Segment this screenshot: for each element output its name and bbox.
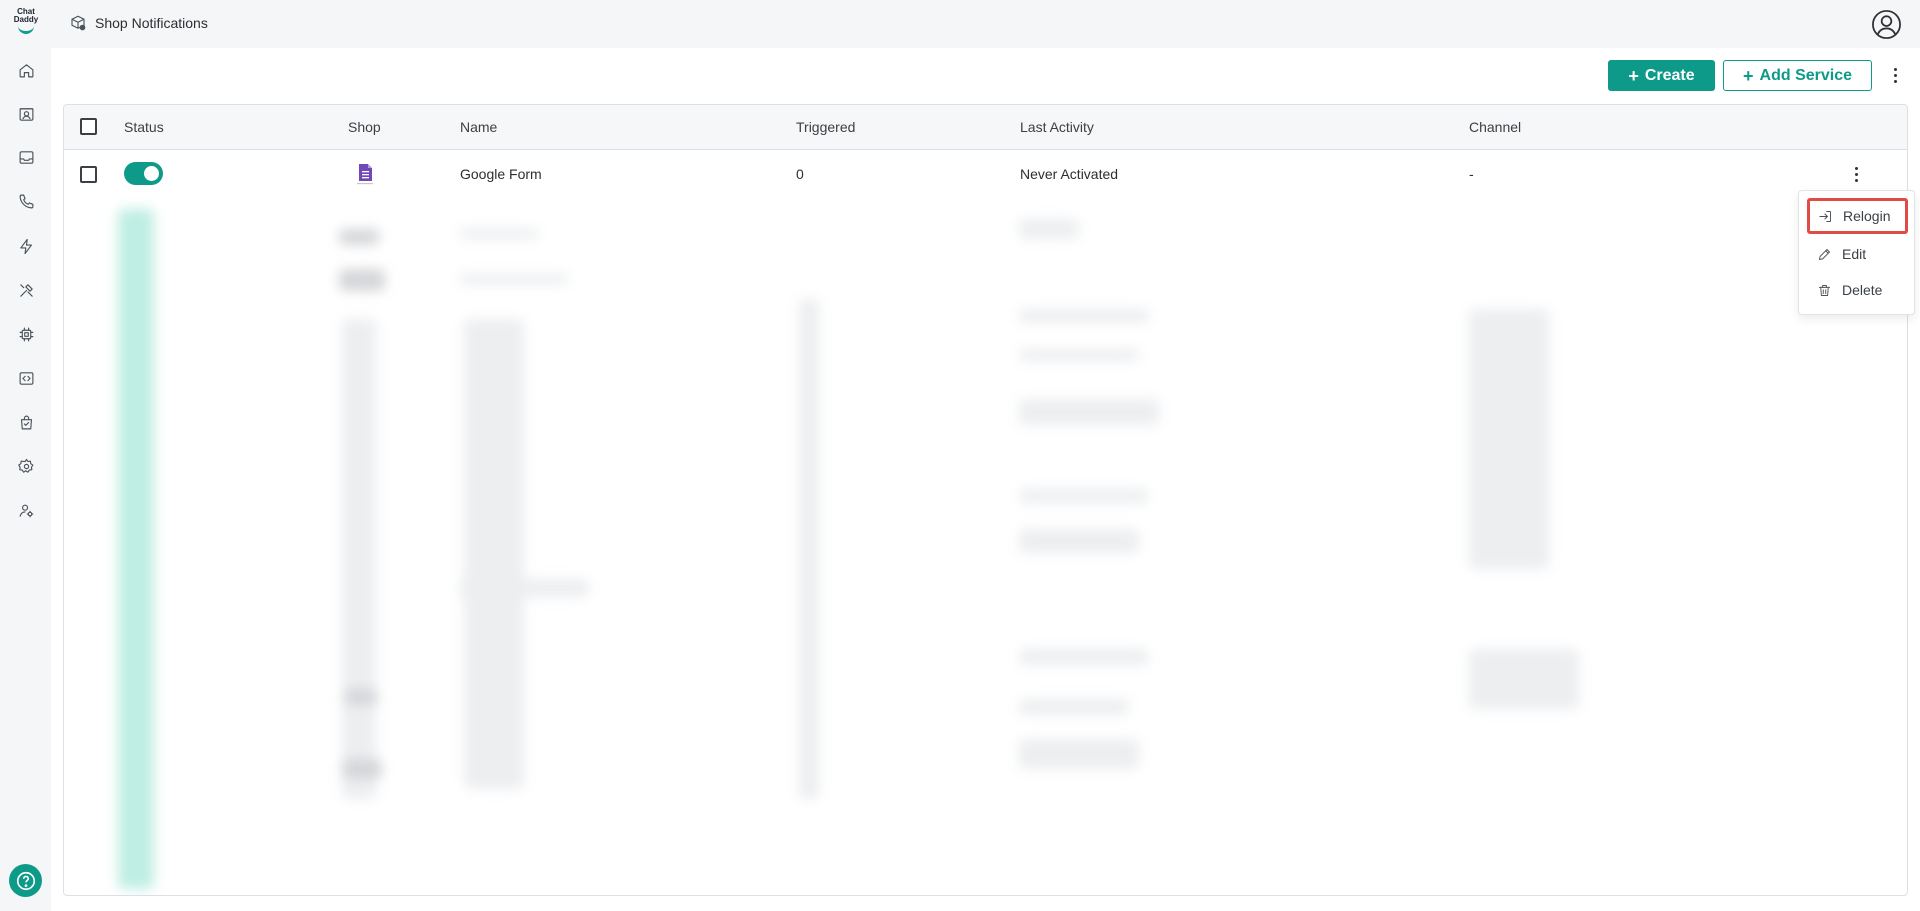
column-header-channel[interactable]: Channel [1469,119,1521,135]
blurred-rows [64,199,1907,895]
column-header-shop[interactable]: Shop [348,119,381,135]
cell-triggered: 0 [796,166,804,182]
select-all-checkbox[interactable] [80,118,97,135]
menu-item-label: Delete [1842,282,1883,298]
status-toggle[interactable] [124,162,163,185]
sidebar-item-calls[interactable] [13,188,39,214]
cell-name: Google Form [460,166,542,182]
column-header-triggered[interactable]: Triggered [796,119,855,135]
code-icon [19,371,33,385]
sidebar-item-automation[interactable] [13,233,39,259]
create-label: Create [1644,66,1695,84]
menu-item-delete[interactable]: Delete [1809,275,1905,305]
plus-icon: + [1743,65,1754,86]
tools-icon [19,283,33,297]
phone-icon [19,194,33,208]
menu-item-label: Relogin [1843,208,1891,224]
help-button[interactable] [9,864,42,897]
sidebar-item-tools[interactable] [13,277,39,303]
plus-icon: + [1628,65,1639,86]
cell-last-activity: Never Activated [1020,166,1119,182]
shop-notification-icon [71,15,86,31]
chatdaddy-logo[interactable]: Chat Daddy [11,8,41,38]
chip-icon [19,327,33,341]
column-header-status[interactable]: Status [124,119,164,135]
breadcrumb: Shop Notifications [69,14,208,32]
row-actions-menu: Relogin Edit Delete [1798,190,1915,315]
more-options-button[interactable] [1887,62,1903,88]
google-forms-logo-icon [354,162,376,186]
table-row[interactable]: Google Form 0 Never Activated - [64,150,1907,199]
row-checkbox[interactable] [80,166,97,183]
add-service-label: Add Service [1759,66,1852,84]
sidebar-item-shop[interactable] [13,409,39,435]
edit-icon [1819,248,1830,260]
sidebar: Chat Daddy [0,0,51,911]
main-content: + Create + Add Service Status Shop Name … [51,48,1920,911]
sidebar-item-team[interactable] [13,497,39,523]
page-title: Shop Notifications [95,15,208,31]
column-header-name[interactable]: Name [460,119,497,135]
sidebar-item-inbox[interactable] [13,144,39,170]
help-icon [16,871,35,890]
notifications-table: Status Shop Name Triggered Last Activity… [63,104,1908,896]
top-bar: Shop Notifications [51,0,1920,48]
sidebar-item-home[interactable] [13,57,39,83]
account-button[interactable] [1871,9,1902,40]
trash-icon [1819,284,1830,296]
contacts-icon [19,107,33,121]
logo-text-line2: Daddy [13,15,39,24]
table-header: Status Shop Name Triggered Last Activity… [64,105,1907,150]
menu-item-relogin[interactable]: Relogin [1807,198,1908,234]
sidebar-item-integrations[interactable] [13,321,39,347]
settings-icon [17,458,33,473]
sidebar-item-settings[interactable] [13,453,39,479]
create-button[interactable]: + Create [1608,60,1715,91]
sidebar-item-contacts[interactable] [13,101,39,127]
team-icon [19,504,33,517]
shop-bag-icon [20,415,32,429]
menu-item-label: Edit [1842,246,1867,262]
sidebar-item-developer[interactable] [13,365,39,391]
relogin-icon [1819,210,1831,222]
add-service-button[interactable]: + Add Service [1723,60,1872,91]
menu-item-edit[interactable]: Edit [1809,239,1905,269]
cell-channel: - [1469,166,1474,182]
automation-icon [19,238,32,254]
user-avatar-icon [1872,10,1901,39]
row-actions-button[interactable] [1848,162,1864,186]
column-header-last-activity[interactable]: Last Activity [1020,119,1094,135]
inbox-icon [19,150,33,164]
home-icon [19,63,33,77]
